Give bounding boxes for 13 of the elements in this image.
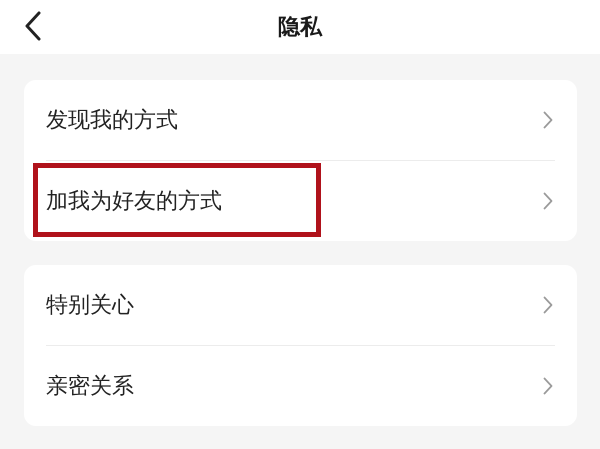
settings-item[interactable]: 加我为好友的方式 bbox=[46, 160, 555, 241]
chevron-icon bbox=[543, 192, 553, 210]
item-label: 加我为好友的方式 bbox=[46, 188, 222, 216]
item-label: 发现我的方式 bbox=[46, 107, 178, 135]
chevron-icon bbox=[543, 111, 553, 129]
settings-item[interactable]: 亲密关系 bbox=[46, 345, 555, 426]
chevron-icon bbox=[543, 377, 553, 395]
settings-item[interactable]: 特别关心 bbox=[24, 265, 577, 345]
settings-item[interactable]: 发现我的方式 bbox=[24, 80, 577, 160]
page-title: 隐私 bbox=[278, 14, 322, 42]
item-label: 亲密关系 bbox=[46, 373, 134, 401]
chevron-icon bbox=[543, 296, 553, 314]
item-label: 特别关心 bbox=[46, 292, 134, 320]
